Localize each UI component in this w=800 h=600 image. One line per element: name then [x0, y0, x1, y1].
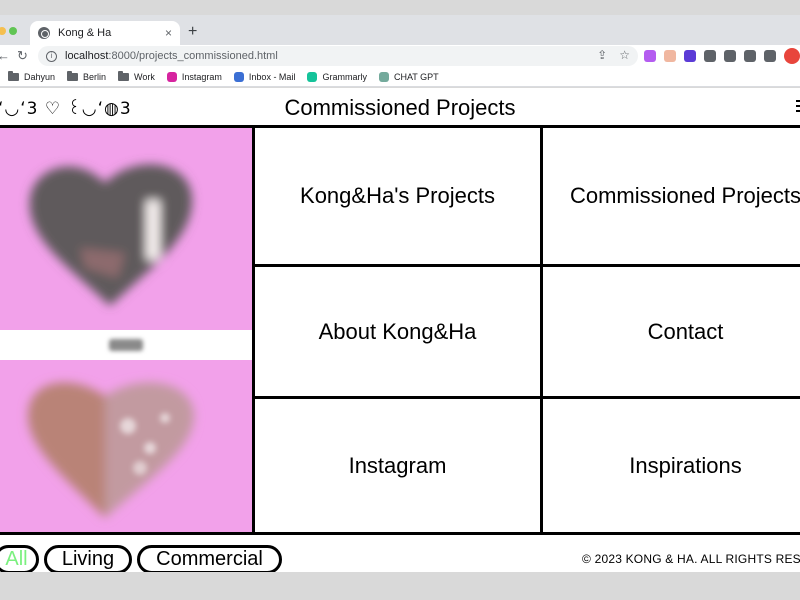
bookmark-item[interactable]: Grammarly: [307, 71, 367, 82]
nav-contact[interactable]: Contact: [543, 267, 800, 396]
browser-tab[interactable]: Kong & Ha ×: [30, 21, 180, 45]
extension-icon[interactable]: [684, 50, 696, 62]
extensions-bar: [644, 48, 800, 64]
globe-icon: [38, 27, 50, 39]
reload-button[interactable]: ↻: [17, 48, 28, 64]
share-icon[interactable]: ⇪: [597, 48, 607, 62]
filter-living-button[interactable]: Living: [44, 545, 132, 572]
reading-list-icon[interactable]: [744, 50, 756, 62]
url-host: localhost: [65, 50, 109, 62]
url-text: localhost:8000/projects_commissioned.htm…: [65, 50, 278, 62]
grammarly-icon: [307, 71, 318, 82]
folder-icon: [118, 70, 130, 81]
nav-commissioned-projects[interactable]: Commissioned Projects: [543, 128, 800, 264]
bookmark-label: Inbox - Mail: [248, 71, 296, 82]
menu-icon[interactable]: [796, 100, 800, 114]
puzzle-icon[interactable]: [724, 50, 736, 62]
chatgpt-icon: [378, 71, 389, 82]
bookmark-item[interactable]: Work: [118, 70, 155, 82]
bookmark-item[interactable]: Berlin: [67, 70, 107, 82]
new-tab-button[interactable]: +: [188, 23, 197, 41]
back-button[interactable]: ←: [0, 48, 10, 63]
nav-inspirations[interactable]: Inspirations: [543, 399, 800, 532]
mail-icon: [233, 71, 244, 82]
profile-avatar[interactable]: [784, 48, 800, 64]
thumbnail-caption: [0, 330, 252, 360]
copyright-text: © 2023 KONG & HA. ALL RIGHTS RESERVED.: [582, 552, 800, 566]
heart-thumbnail-2: [27, 382, 195, 518]
page-title: Commissioned Projects: [284, 95, 516, 120]
instagram-icon: [166, 71, 177, 82]
nav-about[interactable]: About Kong&Ha: [255, 267, 540, 396]
navigation-grid: Kong&Ha's Projects Commissioned Projects…: [252, 128, 800, 532]
sidepanel-icon[interactable]: [764, 50, 776, 62]
bookmark-label: Instagram: [181, 71, 222, 82]
tab-title: Kong & Ha: [58, 27, 112, 39]
bookmark-star-icon[interactable]: ☆: [619, 48, 630, 62]
browser-toolbar: ← ↻ i localhost:8000/projects_commission…: [0, 45, 800, 67]
bookmark-label: Grammarly: [322, 71, 367, 82]
bookmark-label: Dahyun: [24, 71, 56, 82]
bookmark-label: Work: [134, 71, 155, 82]
grid-divider: [255, 396, 800, 399]
site-info-icon[interactable]: i: [46, 50, 57, 62]
grid-divider: [540, 128, 543, 532]
extension-icon[interactable]: [664, 50, 676, 62]
web-page: ʻ◡ʻ3 ♡ ꒰◡ʻ◍3 Commissioned Projects Kong&…: [0, 88, 800, 572]
bookmark-label: CHAT GPT: [393, 71, 439, 82]
nav-kongha-projects[interactable]: Kong&Ha's Projects: [255, 128, 540, 264]
bookmark-item[interactable]: Dahyun: [8, 70, 56, 82]
close-tab-icon[interactable]: ×: [165, 26, 172, 40]
folder-icon: [8, 70, 19, 81]
heart-thumbnail-1: [29, 164, 193, 306]
zoom-window-button[interactable]: [9, 27, 17, 35]
browser-tabstrip: Kong & Ha × +: [0, 15, 800, 45]
bookmark-label: Berlin: [83, 71, 107, 82]
filter-all-button[interactable]: All: [0, 545, 39, 572]
filter-commercial-button[interactable]: Commercial: [137, 545, 282, 572]
grid-divider: [255, 264, 800, 267]
site-footer: All Living Commercial © 2023 KONG & HA. …: [0, 532, 800, 572]
project-thumbnails[interactable]: [0, 128, 252, 532]
nav-instagram[interactable]: Instagram: [255, 399, 540, 532]
minimize-window-button[interactable]: [0, 27, 6, 35]
bookmark-item[interactable]: CHAT GPT: [378, 71, 439, 82]
site-header: ʻ◡ʻ3 ♡ ꒰◡ʻ◍3 Commissioned Projects: [0, 88, 800, 128]
bookmark-item[interactable]: Inbox - Mail: [233, 71, 296, 82]
bookmarks-bar: Dahyun Berlin Work Instagram Inbox - Mail Gra…: [0, 67, 800, 87]
extension-icon[interactable]: [704, 50, 716, 62]
blurred-caption-text: [109, 339, 143, 351]
folder-icon: [67, 70, 79, 81]
url-path: :8000/projects_commissioned.html: [108, 50, 278, 62]
address-bar[interactable]: i localhost:8000/projects_commissioned.h…: [38, 46, 638, 66]
extension-icon[interactable]: [644, 50, 656, 62]
bookmark-item[interactable]: Instagram: [166, 71, 222, 82]
